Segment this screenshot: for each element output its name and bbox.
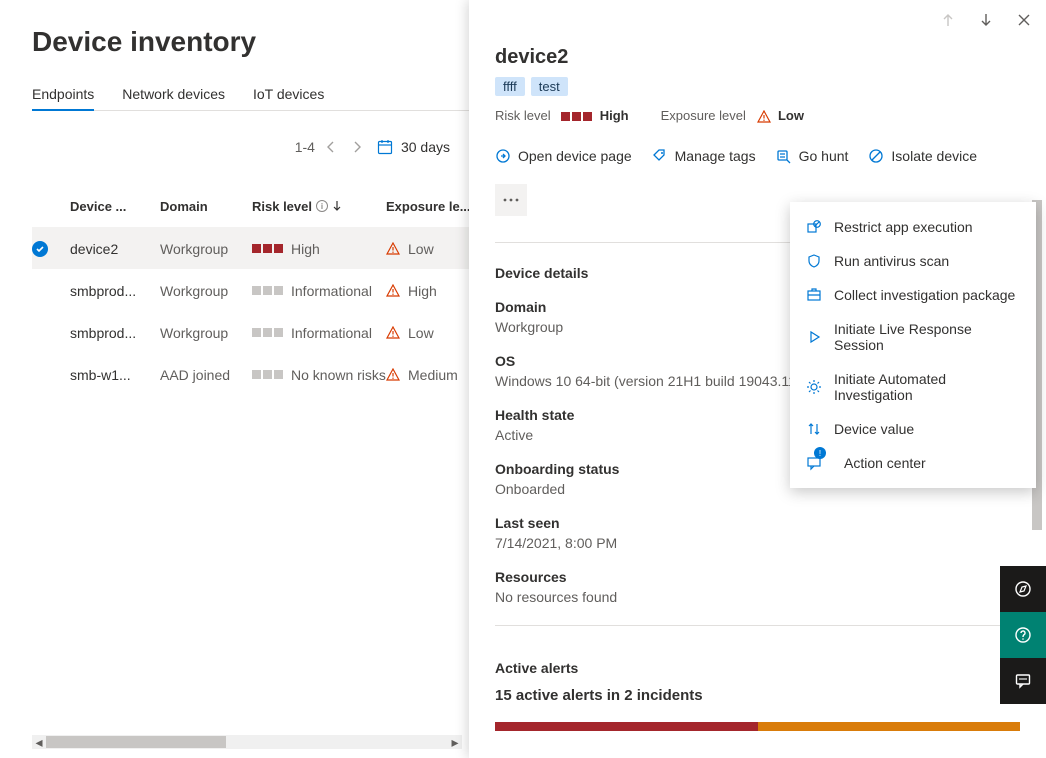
scroll-left-icon[interactable]: ◂ (32, 735, 46, 749)
notification-badge-icon: ! (814, 447, 826, 459)
alerts-severity-bar (495, 722, 1020, 731)
cell-domain: Workgroup (160, 241, 252, 257)
menu-restrict-app[interactable]: Restrict app execution (790, 210, 1036, 244)
manage-tags-button[interactable]: Manage tags (652, 148, 756, 164)
isolate-device-button[interactable]: Isolate device (868, 148, 977, 164)
more-actions-menu: Restrict app execution Run antivirus sca… (790, 202, 1036, 488)
shield-icon (806, 253, 822, 269)
horizontal-scrollbar[interactable]: ◂ ▸ (32, 735, 462, 749)
calendar-icon (377, 139, 393, 155)
feedback-icon (1014, 672, 1032, 690)
table-row[interactable]: smb-w1... AAD joined No known risks.. Me… (32, 353, 470, 395)
panel-next-icon[interactable] (974, 8, 998, 32)
ellipsis-icon (503, 198, 519, 202)
panel-prev-icon[interactable] (936, 8, 960, 32)
play-icon (806, 329, 822, 345)
hunt-icon (776, 148, 792, 164)
col-risk[interactable]: Risk level i (252, 199, 386, 214)
restrict-icon (806, 219, 822, 235)
cell-risk: High (252, 241, 386, 257)
cell-device: device2 (70, 241, 160, 257)
warning-icon (386, 242, 400, 256)
tag-icon (652, 148, 668, 164)
pager-prev-icon[interactable] (321, 137, 341, 157)
menu-device-value[interactable]: Device value (790, 412, 1036, 446)
menu-live-response[interactable]: Initiate Live Response Session (790, 312, 1036, 362)
pager-next-icon[interactable] (347, 137, 367, 157)
active-alerts-heading: Active alerts (495, 660, 578, 676)
open-device-page-button[interactable]: Open device page (495, 148, 632, 164)
warning-icon (386, 326, 400, 340)
go-hunt-button[interactable]: Go hunt (776, 148, 849, 164)
tab-iot-devices[interactable]: IoT devices (253, 80, 324, 110)
date-filter-label: 30 days (401, 139, 450, 155)
col-domain[interactable]: Domain (160, 199, 252, 214)
table-row[interactable]: device2 Workgroup High Low (32, 227, 470, 269)
warning-icon (386, 284, 400, 298)
gear-icon (806, 379, 822, 395)
dock-button-1[interactable] (1000, 566, 1046, 612)
close-icon[interactable] (1012, 8, 1036, 32)
selected-check-icon (32, 241, 48, 257)
open-icon (495, 148, 511, 164)
up-down-icon (806, 421, 822, 437)
alerts-summary: 15 active alerts in 2 incidents (495, 687, 1020, 704)
page-title: Device inventory (32, 26, 470, 58)
tab-network-devices[interactable]: Network devices (122, 80, 225, 110)
warning-icon (386, 368, 400, 382)
warning-icon (757, 110, 771, 124)
menu-collect-package[interactable]: Collect investigation package (790, 278, 1036, 312)
tag[interactable]: test (531, 77, 568, 96)
pager-range: 1-4 (295, 139, 315, 155)
info-icon: i (316, 200, 328, 212)
compass-icon (1014, 580, 1032, 598)
menu-auto-investigation[interactable]: Initiate Automated Investigation (790, 362, 1036, 412)
menu-action-center[interactable]: ! Action center (790, 446, 1036, 480)
help-icon (1014, 626, 1032, 644)
isolate-icon (868, 148, 884, 164)
col-device[interactable]: Device ... (70, 199, 160, 214)
dock-button-feedback[interactable] (1000, 658, 1046, 704)
panel-title: device2 (495, 46, 1020, 69)
sort-arrow-down-icon (332, 200, 342, 212)
more-actions-button[interactable] (495, 184, 527, 216)
table-row[interactable]: smbprod... Workgroup Informational Low (32, 311, 470, 353)
date-filter[interactable]: 30 days (377, 139, 450, 155)
tab-endpoints[interactable]: Endpoints (32, 80, 94, 110)
menu-run-av-scan[interactable]: Run antivirus scan (790, 244, 1036, 278)
tag[interactable]: ffff (495, 77, 525, 96)
scroll-right-icon[interactable]: ▸ (448, 735, 462, 749)
table-row[interactable]: smbprod... Workgroup Informational High (32, 269, 470, 311)
dock-button-help[interactable] (1000, 612, 1046, 658)
panel-tags: ffff test (495, 77, 1020, 96)
package-icon (806, 287, 822, 303)
